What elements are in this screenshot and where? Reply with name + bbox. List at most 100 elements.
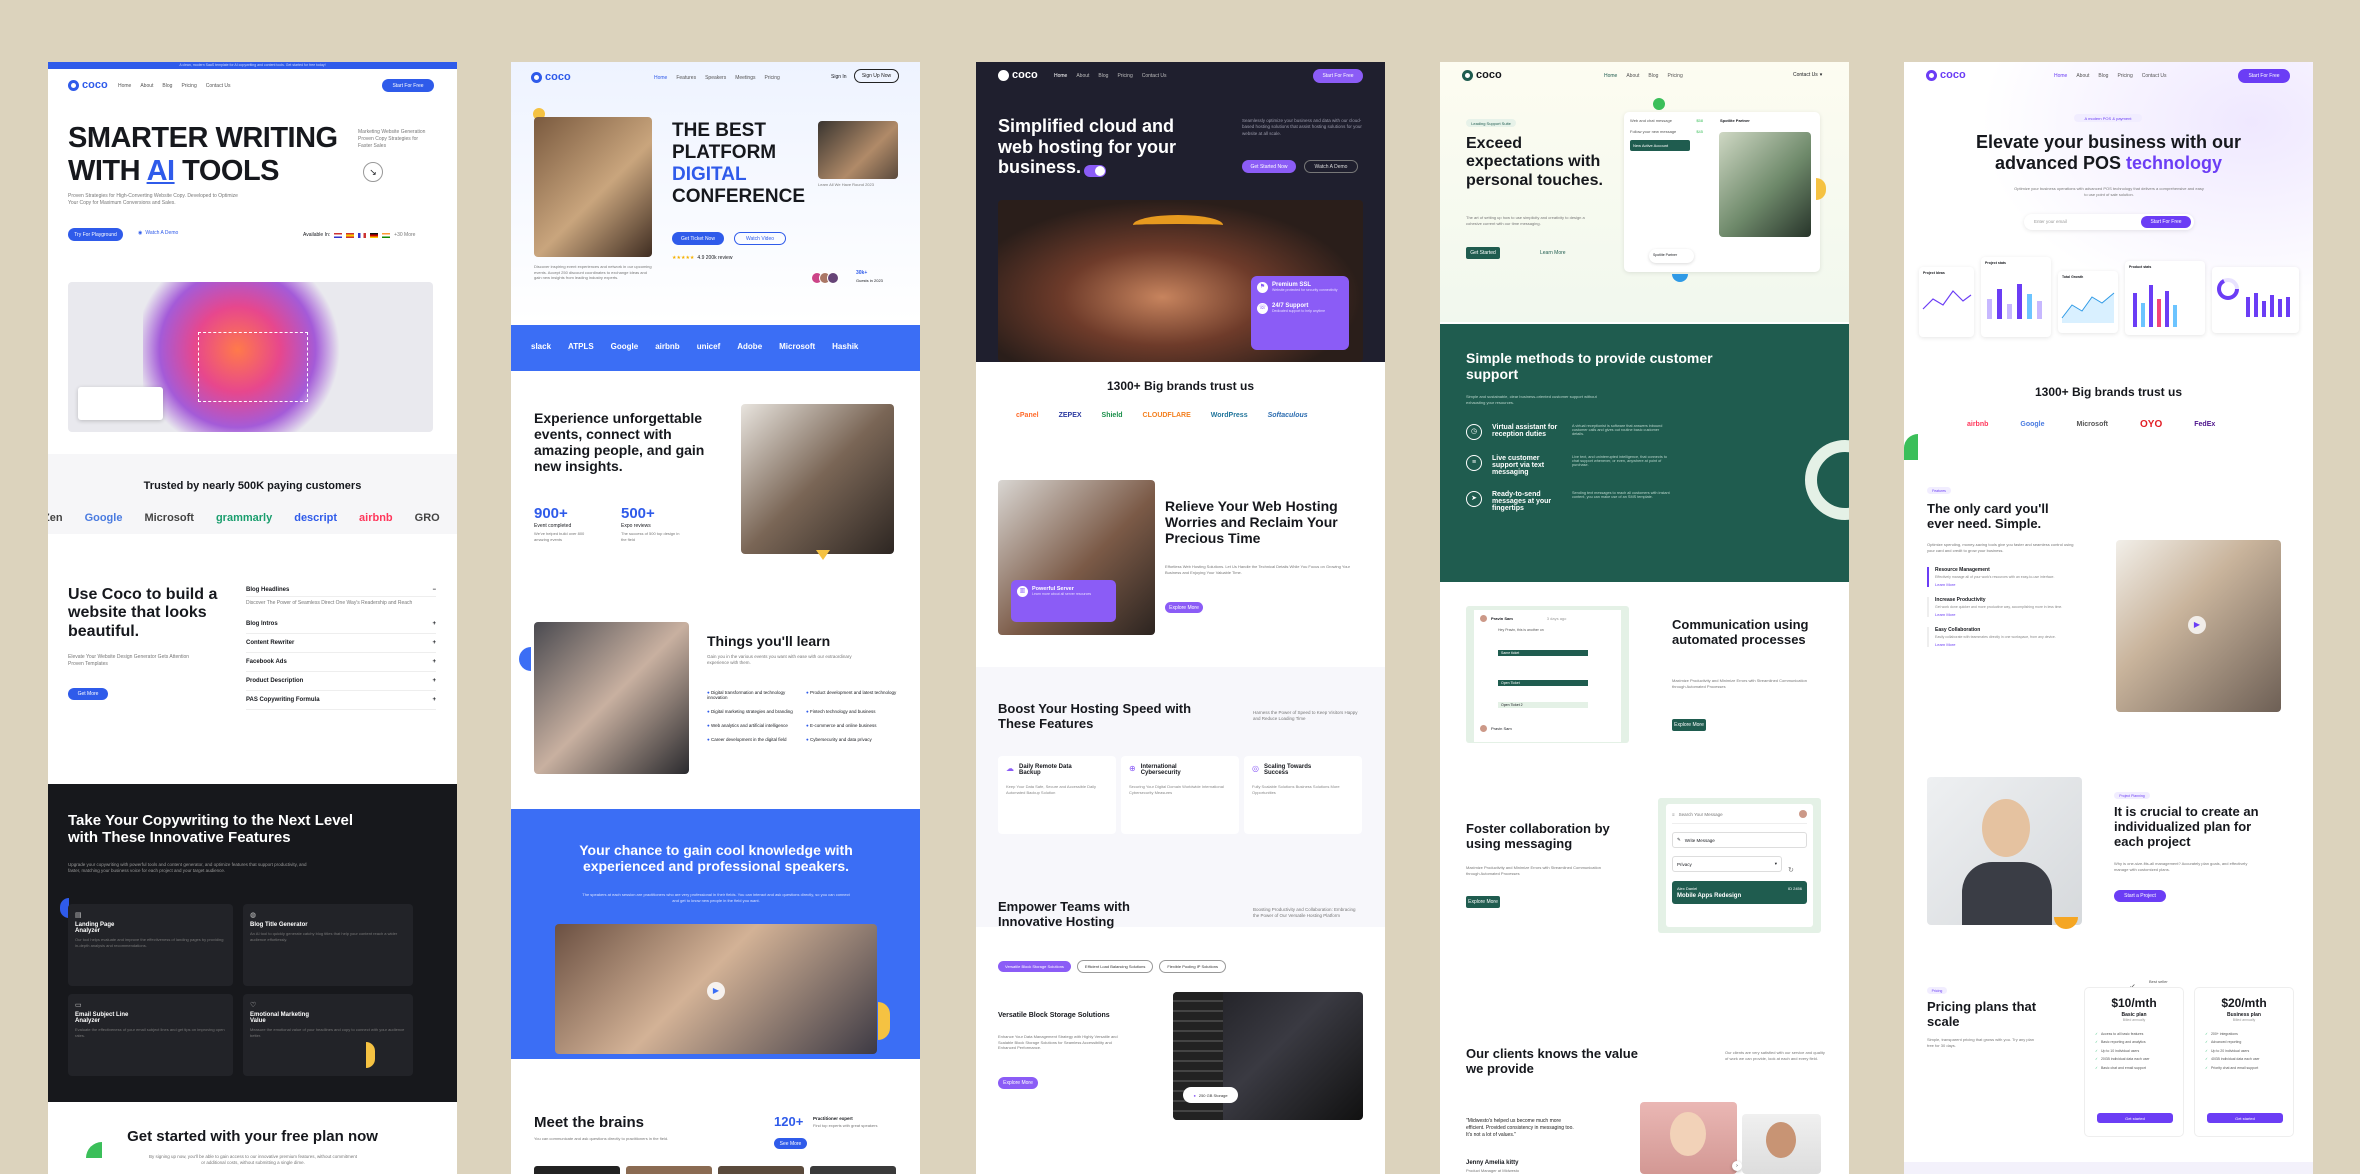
learn-more-link[interactable]: Learn More bbox=[1935, 612, 2087, 617]
faq-item-blog-headlines[interactable]: Blog Headlines − bbox=[246, 584, 436, 597]
write-message-input[interactable]: ✎ Write Message bbox=[1672, 832, 1807, 848]
preview-card-pos[interactable]: coco Home About Blog Pricing Contact Us … bbox=[1904, 62, 2313, 1174]
nav-about[interactable]: About bbox=[140, 83, 153, 89]
nav-features[interactable]: Features bbox=[676, 75, 696, 81]
preview-card-support[interactable]: coco Home About Blog Pricing Contact Us ▾… bbox=[1440, 62, 1849, 1174]
nav-pricing[interactable]: Pricing bbox=[1667, 73, 1682, 79]
search-message-input[interactable]: ≡ Search Your Message bbox=[1672, 810, 1807, 824]
preview-card-conference[interactable]: coco Home Features Speakers Meetings Pri… bbox=[511, 62, 920, 1174]
play-icon[interactable]: ▶ bbox=[707, 982, 725, 1000]
start-free-button[interactable]: Start For Free bbox=[1313, 69, 1363, 83]
feature-card[interactable]: ◍ Blog Title Generator An AI tool to qui… bbox=[243, 904, 413, 986]
nav-pricing[interactable]: Pricing bbox=[2117, 73, 2132, 79]
logo[interactable]: coco bbox=[531, 71, 571, 83]
feature-card[interactable]: ◎ Scaling Towards Success Fully Scalable … bbox=[1244, 756, 1362, 834]
faq-item-blog-intros[interactable]: Blog Intros + bbox=[246, 615, 436, 634]
speaker-thumb[interactable] bbox=[718, 1166, 804, 1174]
watch-demo-button[interactable]: Watch A Demo bbox=[1304, 160, 1358, 173]
nav-contact[interactable]: Contact Us bbox=[1142, 73, 1167, 79]
nav-home[interactable]: Home bbox=[118, 83, 131, 89]
nav-speakers[interactable]: Speakers bbox=[705, 75, 726, 81]
faq-item-facebook-ads[interactable]: Facebook Ads + bbox=[246, 653, 436, 672]
learn-more-link[interactable]: Learn More bbox=[1935, 642, 2087, 647]
avatar bbox=[827, 272, 839, 284]
start-free-button[interactable]: Start For Free bbox=[2238, 69, 2290, 83]
refresh-icon[interactable]: ↻ bbox=[1788, 866, 1794, 874]
ticket-card[interactable]: Alex Daniel ID 2456 Mobile Apps Redesign bbox=[1672, 881, 1807, 904]
play-icon[interactable]: ▶ bbox=[2188, 616, 2206, 634]
explore-more-button[interactable]: Explore More bbox=[1672, 719, 1706, 731]
see-more-button[interactable]: See More bbox=[774, 1138, 807, 1149]
nav-pricing[interactable]: Pricing bbox=[1117, 73, 1132, 79]
nav-home[interactable]: Home bbox=[2054, 73, 2067, 79]
sign-up-button[interactable]: Sign Up Now bbox=[854, 69, 899, 83]
logo[interactable]: coco bbox=[998, 69, 1038, 81]
get-more-button[interactable]: Get More bbox=[68, 688, 108, 700]
feature-card[interactable]: ♡ Emotional Marketing Value Measure the … bbox=[243, 994, 413, 1076]
speaker-thumb[interactable] bbox=[626, 1166, 712, 1174]
nav-about[interactable]: About bbox=[1076, 73, 1089, 79]
sign-in-link[interactable]: Sign In bbox=[831, 74, 847, 80]
email-input[interactable]: Enter your email bbox=[2034, 219, 2067, 224]
arrow-down-right-icon[interactable]: ↘ bbox=[363, 162, 383, 182]
nav-blog[interactable]: Blog bbox=[2098, 73, 2108, 79]
feature-item[interactable]: Increase Productivity Get work done quic… bbox=[1927, 597, 2087, 617]
tab-pooling-ip[interactable]: Flexible Pooling IP Solutions bbox=[1159, 960, 1226, 973]
logo[interactable]: coco bbox=[68, 79, 108, 91]
nav-contact[interactable]: Contact Us bbox=[2142, 73, 2167, 79]
nav-contact[interactable]: Contact Us bbox=[206, 83, 231, 89]
feature-card[interactable]: ☁ Daily Remote Data Backup Keep Your Data… bbox=[998, 756, 1116, 834]
faq-item-product-description[interactable]: Product Description + bbox=[246, 672, 436, 691]
preview-card-hosting[interactable]: coco Home About Blog Pricing Contact Us … bbox=[976, 62, 1385, 1174]
explore-more-button[interactable]: Explore More bbox=[1466, 896, 1500, 908]
start-free-submit[interactable]: Start For Free bbox=[2141, 216, 2191, 228]
priority-select[interactable]: Privacy ▾ bbox=[1672, 856, 1782, 872]
learn-more-link[interactable]: Learn More bbox=[1935, 582, 2087, 587]
check-icon: ✓ bbox=[2095, 1040, 2098, 1045]
feature-item[interactable]: Easy Collaboration Easily collaborate wi… bbox=[1927, 627, 2087, 647]
feature-card[interactable]: ▤ Landing Page Analyzer Our tool helps e… bbox=[68, 904, 233, 986]
nav-meetings[interactable]: Meetings bbox=[735, 75, 755, 81]
tab-load-balancing[interactable]: Efficient Load Balancing Solutions bbox=[1076, 960, 1154, 973]
nav-pricing[interactable]: Pricing bbox=[181, 83, 196, 89]
explore-more-button[interactable]: Explore More bbox=[1165, 602, 1203, 613]
logo[interactable]: coco bbox=[1462, 69, 1502, 81]
pricing-badge: Pricing bbox=[1927, 987, 1947, 994]
get-started-button[interactable]: Get Started bbox=[1466, 247, 1500, 259]
nav-blog[interactable]: Blog bbox=[1098, 73, 1108, 79]
speaker-thumb[interactable] bbox=[810, 1166, 896, 1174]
nav-blog[interactable]: Blog bbox=[162, 83, 172, 89]
more-languages: +30 More bbox=[394, 232, 416, 238]
get-started-button[interactable]: Get started bbox=[2097, 1113, 2173, 1123]
nav-pricing[interactable]: Pricing bbox=[765, 75, 780, 81]
learn-more-link[interactable]: Learn More bbox=[1540, 250, 1566, 256]
tab-block-storage[interactable]: Versatile Block Storage Solutions bbox=[998, 961, 1071, 972]
plan-card-basic[interactable]: $10/mth Basic plan Billed annually ✓ Acce… bbox=[2084, 987, 2184, 1137]
preview-card-copywriting[interactable]: A clean, modern SaaS template for AI cop… bbox=[48, 62, 457, 1174]
try-playground-button[interactable]: Try For Playground bbox=[68, 228, 123, 241]
speaker-thumb[interactable] bbox=[534, 1166, 620, 1174]
nav-home[interactable]: Home bbox=[1604, 73, 1617, 79]
nav-home[interactable]: Home bbox=[654, 75, 667, 81]
nav-home[interactable]: Home bbox=[1054, 73, 1067, 79]
nav-about[interactable]: About bbox=[1626, 73, 1639, 79]
plan-card-business[interactable]: $20/mth Business plan Billed annually ✓ 2… bbox=[2194, 987, 2294, 1137]
get-ticket-button[interactable]: Get Ticket Now bbox=[672, 232, 724, 245]
watch-video-button[interactable]: Watch Video bbox=[734, 232, 786, 245]
get-started-button[interactable]: Get started bbox=[2207, 1113, 2283, 1123]
get-started-button[interactable]: Get Started Now bbox=[1242, 160, 1296, 173]
start-project-button[interactable]: Start a Project bbox=[2114, 890, 2166, 902]
contact-link[interactable]: Contact Us ▾ bbox=[1793, 72, 1822, 78]
feature-card[interactable]: ⊕ International Cybersecurity Securing Yo… bbox=[1121, 756, 1239, 834]
feature-item[interactable]: Resource Management Effectively manage a… bbox=[1927, 567, 2087, 587]
faq-item-content-rewriter[interactable]: Content Rewriter + bbox=[246, 634, 436, 653]
logo[interactable]: coco bbox=[1926, 69, 1966, 81]
nav-blog[interactable]: Blog bbox=[1648, 73, 1658, 79]
carousel-arrow-icon[interactable]: › bbox=[1732, 1161, 1742, 1171]
explore-more-button[interactable]: Explore More bbox=[998, 1077, 1038, 1089]
start-free-button[interactable]: Start For Free bbox=[382, 79, 434, 92]
feature-card[interactable]: ▭ Email Subject Line Analyzer Evaluate t… bbox=[68, 994, 233, 1076]
nav-about[interactable]: About bbox=[2076, 73, 2089, 79]
faq-item-pas[interactable]: PAS Copywriting Formula + bbox=[246, 691, 436, 710]
watch-demo-link[interactable]: ◉ Watch A Demo bbox=[138, 230, 178, 236]
